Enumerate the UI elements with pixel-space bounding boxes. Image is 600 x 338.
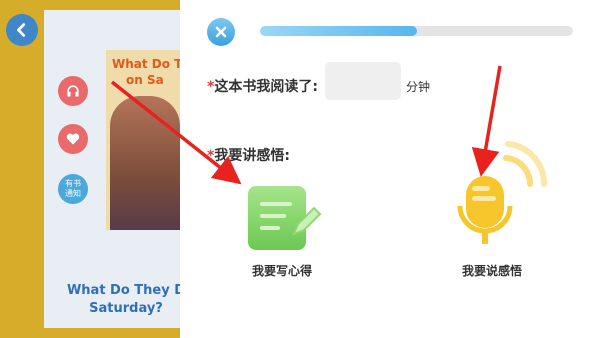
reading-progress-bar: [260, 26, 573, 36]
notify-label-line2: 通知: [65, 189, 81, 198]
microphone-icon: [457, 141, 548, 244]
chevron-left-icon: [17, 23, 26, 37]
cover-illustration: [110, 96, 180, 230]
notify-label-line1: 有书: [65, 179, 81, 188]
notify-button[interactable]: 有书 通知: [58, 174, 88, 204]
cover-title-line1: What Do T: [112, 57, 183, 71]
reading-minutes-input[interactable]: [325, 62, 401, 100]
speak-feelings-label: 我要说感悟: [462, 264, 523, 278]
write-notes-label: 我要写心得: [252, 264, 313, 278]
minutes-unit: 分钟: [406, 80, 431, 94]
reading-progress-fill: [260, 26, 417, 36]
headphones-button[interactable]: [58, 76, 88, 106]
reading-time-label: 这本书我阅读了:: [214, 79, 318, 95]
cover-title-line2: on Sa: [126, 73, 164, 87]
pencil-icon: [292, 206, 322, 236]
book-title: What Do They D Saturday?: [66, 282, 186, 318]
cover-title: What Do T on Sa: [112, 56, 184, 88]
book-cover[interactable]: What Do T on Sa: [106, 50, 184, 230]
back-button[interactable]: [6, 14, 38, 46]
share-label: 我要讲感悟:: [214, 148, 290, 164]
book-title-line1: What Do They D: [66, 283, 186, 298]
favorite-button[interactable]: [58, 124, 88, 154]
share-label-row: *我要讲感悟:: [207, 145, 290, 165]
close-icon: [215, 26, 227, 38]
book-title-line2: Saturday?: [89, 301, 163, 316]
heart-icon: [66, 133, 80, 145]
write-notes-icon: [248, 186, 322, 250]
close-button[interactable]: [207, 18, 235, 46]
reading-record-panel: *这本书我阅读了: 分钟 *我要讲感悟: 我要写心得 我要说感悟: [180, 0, 600, 338]
headphones-icon: [67, 85, 79, 97]
reading-time-label-row: *这本书我阅读了:: [207, 76, 318, 96]
